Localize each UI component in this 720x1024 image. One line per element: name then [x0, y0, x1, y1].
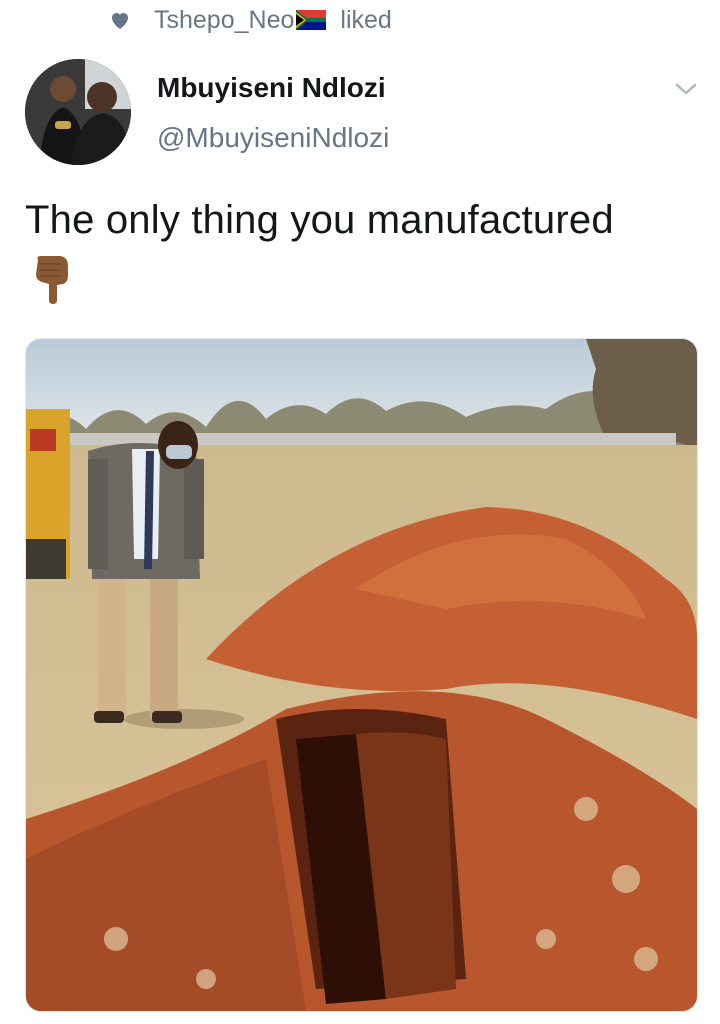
display-name[interactable]: Mbuyiseni Ndlozi — [157, 72, 386, 104]
tweet-text: The only thing you manufactured — [25, 198, 614, 242]
liker-name[interactable]: Tshepo_Neo — [154, 6, 294, 35]
heart-icon — [112, 13, 128, 29]
tweet-photo[interactable] — [25, 338, 698, 1012]
avatar[interactable] — [25, 59, 131, 165]
social-action: liked — [340, 5, 392, 34]
social-context: Tshepo_Neo liked — [108, 4, 392, 36]
south-africa-flag-icon — [296, 10, 327, 30]
user-handle[interactable]: @MbuyiseniNdlozi — [157, 122, 389, 154]
photo-grave — [26, 339, 697, 1011]
chevron-down-icon[interactable] — [673, 80, 699, 98]
pointing-down-icon — [36, 256, 68, 304]
avatar-image — [25, 59, 131, 165]
